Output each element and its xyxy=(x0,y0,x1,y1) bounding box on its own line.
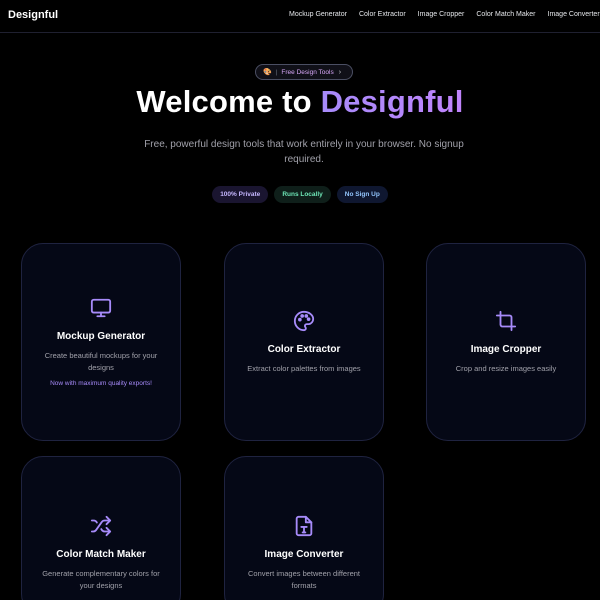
nav-link-image-cropper[interactable]: Image Cropper xyxy=(418,11,465,18)
monitor-icon xyxy=(90,297,112,319)
shuffle-icon xyxy=(90,515,112,537)
free-tools-pill[interactable]: 🎨 | Free Design Tools › xyxy=(255,64,353,80)
pill-separator: | xyxy=(275,68,278,76)
feature-badges: 100% Private Runs Locally No Sign Up xyxy=(0,186,600,203)
nav-links: Mockup Generator Color Extractor Image C… xyxy=(289,11,600,18)
nav-link-color-extractor[interactable]: Color Extractor xyxy=(359,11,406,18)
tool-card-color-extractor[interactable]: Color Extractor Extract color palettes f… xyxy=(224,243,384,441)
top-nav: Designful Mockup Generator Color Extract… xyxy=(0,0,600,33)
palette-icon xyxy=(293,310,315,332)
card-title: Color Extractor xyxy=(267,343,341,355)
card-description: Convert images between different formats xyxy=(247,569,360,590)
brand-logo[interactable]: Designful xyxy=(8,9,58,21)
nav-link-color-match-maker[interactable]: Color Match Maker xyxy=(476,11,535,18)
chevron-right-icon: › xyxy=(338,68,342,76)
pill-label: Free Design Tools xyxy=(281,68,334,76)
hero-subtitle: Free, powerful design tools that work en… xyxy=(144,139,464,165)
palette-emoji-icon: 🎨 xyxy=(263,69,272,76)
file-type-icon xyxy=(293,515,315,537)
card-title: Image Converter xyxy=(264,549,344,560)
tool-card-color-match-maker[interactable]: Color Match Maker Generate complementary… xyxy=(21,456,181,600)
hero-title-accent: Designful xyxy=(320,84,464,119)
card-note: Now with maximum quality exports! xyxy=(50,380,152,387)
nav-link-mockup-generator[interactable]: Mockup Generator xyxy=(289,11,347,18)
tool-card-image-cropper[interactable]: Image Cropper Crop and resize images eas… xyxy=(426,243,586,441)
card-title: Image Cropper xyxy=(470,343,542,355)
tool-card-image-converter[interactable]: Image Converter Convert images between d… xyxy=(224,456,384,600)
card-title: Color Match Maker xyxy=(56,549,146,560)
nav-link-image-converter[interactable]: Image Converter xyxy=(548,11,600,18)
card-description: Crop and resize images easily xyxy=(455,363,557,373)
hero-title-plain: Welcome to xyxy=(136,84,321,119)
card-description: Extract color palettes from images xyxy=(247,363,361,373)
hero-title: Welcome to Designful xyxy=(0,84,600,120)
badge-private: 100% Private xyxy=(212,186,269,203)
card-description: Generate complementary colors for your d… xyxy=(42,569,160,590)
badge-runs-locally: Runs Locally xyxy=(274,186,331,203)
crop-icon xyxy=(495,310,517,332)
card-title: Mockup Generator xyxy=(56,331,146,342)
card-description: Create beautiful mockups for your design… xyxy=(44,351,158,372)
tool-card-mockup-generator[interactable]: Mockup Generator Create beautiful mockup… xyxy=(21,243,181,441)
badge-no-sign-up: No Sign Up xyxy=(336,186,388,203)
